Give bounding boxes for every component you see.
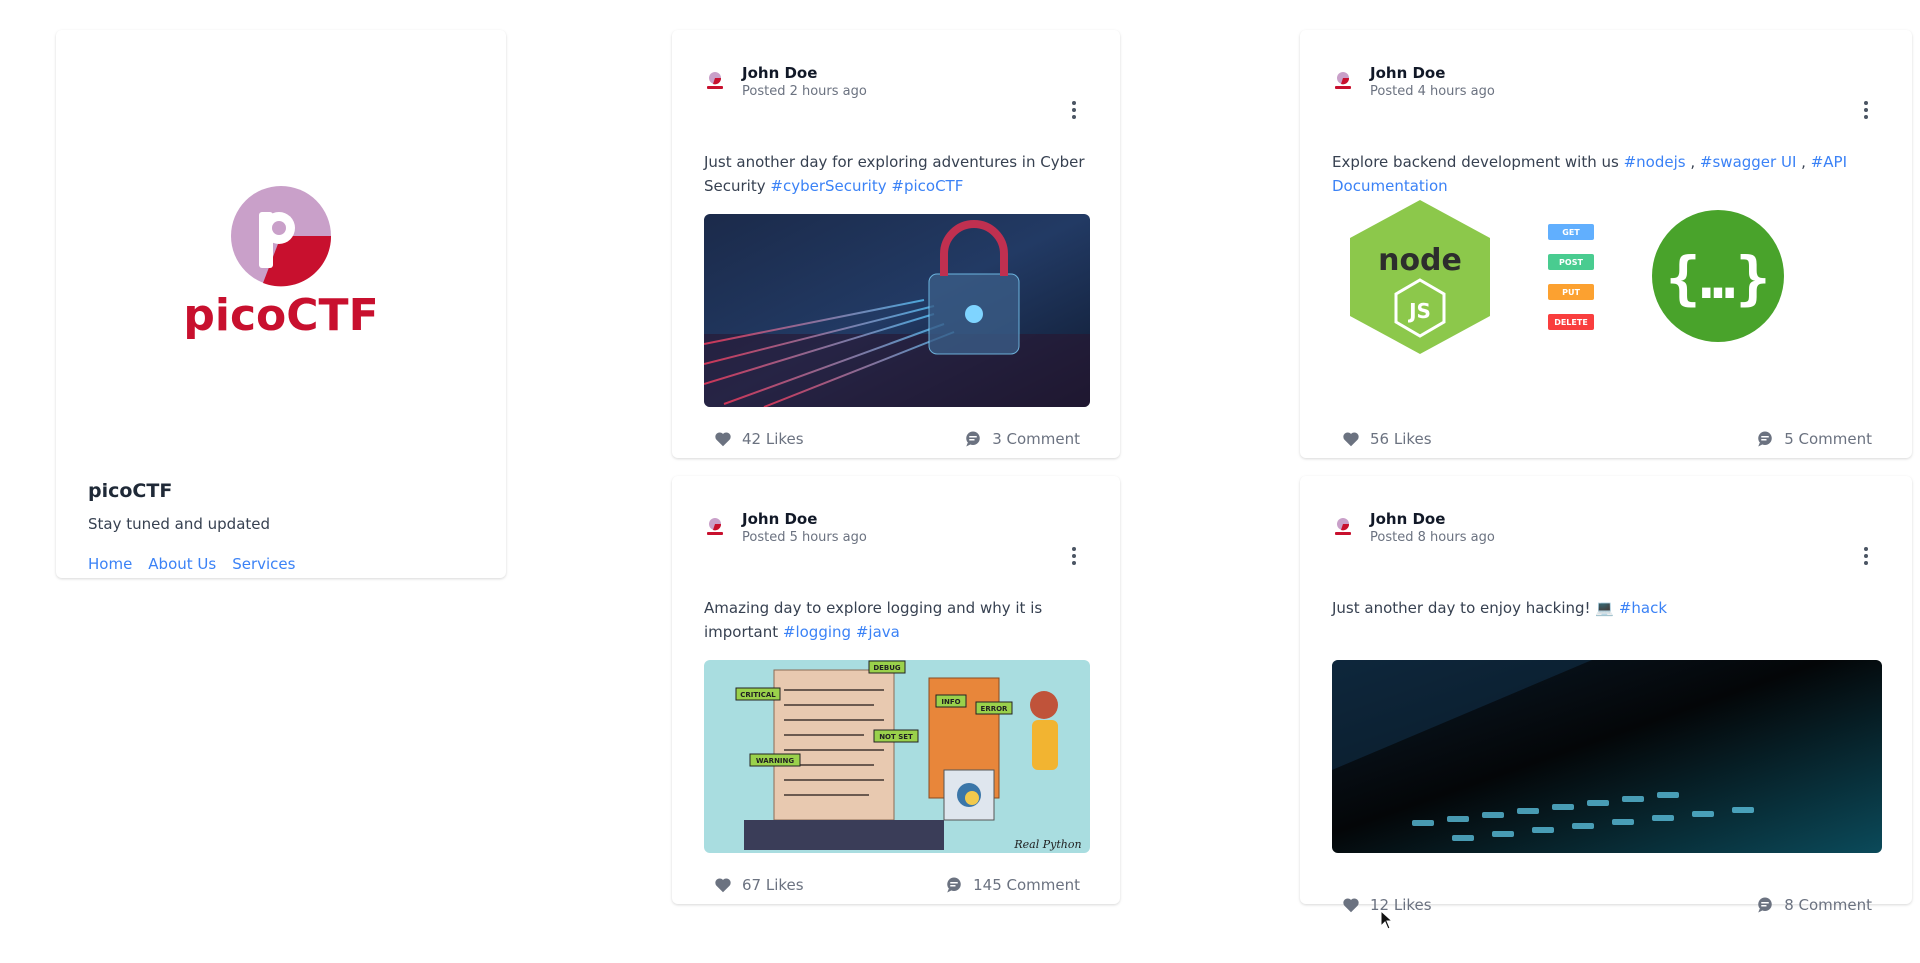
post-time: Posted 8 hours ago [1370,530,1495,545]
nav-link-home[interactable]: Home [88,555,132,573]
post-author[interactable]: John Doe [742,509,867,529]
profile-card: picoCTF picoCTF Stay tuned and updated H… [56,30,506,578]
post-author[interactable]: John Doe [742,63,867,83]
comment-icon [1758,897,1772,913]
svg-text:INFO: INFO [941,698,960,706]
post-card: John Doe Posted 5 hours ago Amazing day … [672,476,1120,904]
svg-text:ERROR: ERROR [981,705,1009,713]
post-footer: 67 Likes 145 Comment [714,876,1080,894]
svg-text:node: node [1378,243,1462,278]
hashtag[interactable]: #hack [1619,599,1667,617]
svg-text:WARNING: WARNING [756,757,795,765]
hashtag[interactable]: #swagger UI [1700,153,1796,171]
author-avatar[interactable] [702,69,728,95]
profile-nav: Home About Us Services [88,555,295,573]
svg-text:DELETE: DELETE [1554,318,1588,327]
post-time: Posted 2 hours ago [742,84,867,99]
author-avatar[interactable] [1330,69,1356,95]
comment-icon [1758,431,1772,447]
post-author[interactable]: John Doe [1370,63,1495,83]
comment-button[interactable]: 8 Comment [1756,896,1872,914]
nav-link-about-us[interactable]: About Us [148,555,216,573]
post-header: John Doe Posted 2 hours ago [702,60,867,104]
comments-count: 8 Comment [1784,896,1872,914]
hashtag[interactable]: #nodejs [1624,153,1686,171]
profile-name: picoCTF [88,480,173,502]
hashtag[interactable]: #cyberSecurity [770,177,886,195]
nav-link-services[interactable]: Services [232,555,295,573]
post-header: John Doe Posted 5 hours ago [702,506,867,550]
heart-icon [1343,432,1359,447]
post-card: John Doe Posted 2 hours ago Just another… [672,30,1120,458]
svg-text:NOT SET: NOT SET [879,733,913,741]
post-text: Explore backend development with us #nod… [1332,153,1847,195]
comment-icon [966,431,980,447]
post-text: Just another day to enjoy hacking! 💻 #ha… [1332,599,1668,617]
likes-count: 56 Likes [1370,430,1432,448]
mouse-cursor-icon [1380,910,1394,930]
author-avatar[interactable] [702,515,728,541]
comments-count: 5 Comment [1784,430,1872,448]
svg-text:GET: GET [1562,228,1580,237]
comment-button[interactable]: 145 Comment [945,876,1080,894]
post-text: Amazing day to explore logging and why i… [704,599,1043,641]
svg-text:Real Python: Real Python [1013,838,1081,851]
like-button[interactable]: 42 Likes [714,430,804,448]
logging-illustration[interactable]: DEBUG CRITICAL INFO ERROR NOT SET WARNIN… [704,660,1090,853]
svg-text:JS: JS [1407,299,1431,323]
like-button[interactable]: 67 Likes [714,876,804,894]
like-button[interactable]: 56 Likes [1342,430,1432,448]
profile-tagline: Stay tuned and updated [88,515,271,533]
hashtag[interactable]: #java [856,623,900,641]
post-header: John Doe Posted 4 hours ago [1330,60,1495,104]
post-time: Posted 4 hours ago [1370,84,1495,99]
more-options-icon[interactable] [1856,98,1876,122]
comments-count: 145 Comment [973,876,1080,894]
post-time: Posted 5 hours ago [742,530,867,545]
comment-icon [947,877,961,893]
heart-icon [715,432,731,447]
svg-text:CRITICAL: CRITICAL [740,691,776,699]
hashtag[interactable]: #logging [783,623,851,641]
keyboard-image[interactable] [1332,660,1882,853]
post-author[interactable]: John Doe [1370,509,1495,529]
svg-text:picoCTF: picoCTF [183,290,378,341]
post-text: Just another day for exploring adventure… [704,153,1085,195]
heart-icon [715,878,731,893]
post-footer: 12 Likes 8 Comment [1342,896,1872,914]
cyber-lock-image[interactable] [704,214,1090,407]
more-options-icon[interactable] [1856,544,1876,568]
svg-text:PUT: PUT [1562,288,1580,297]
heart-icon [1343,898,1359,913]
author-avatar[interactable] [1330,515,1356,541]
svg-text:POST: POST [1559,258,1583,267]
post-card: John Doe Posted 8 hours ago Just another… [1300,476,1912,914]
comment-button[interactable]: 5 Comment [1756,430,1872,448]
post-header: John Doe Posted 8 hours ago [1330,506,1495,550]
post-footer: 56 Likes 5 Comment [1342,430,1872,448]
picoctf-logo: picoCTF [183,186,379,341]
post-card: John Doe Posted 4 hours ago Explore back… [1300,30,1912,458]
comments-count: 3 Comment [992,430,1080,448]
post-footer: 42 Likes 3 Comment [714,430,1080,448]
more-options-icon[interactable] [1064,98,1084,122]
comment-button[interactable]: 3 Comment [964,430,1080,448]
nodejs-swagger-icons[interactable]: node JS GET POST PUT DELETE {…} [1348,198,1848,358]
likes-count: 42 Likes [742,430,804,448]
hashtag[interactable]: #picoCTF [891,177,963,195]
svg-text:DEBUG: DEBUG [873,664,901,672]
likes-count: 67 Likes [742,876,804,894]
more-options-icon[interactable] [1064,544,1084,568]
svg-text:{…}: {…} [1666,244,1771,312]
